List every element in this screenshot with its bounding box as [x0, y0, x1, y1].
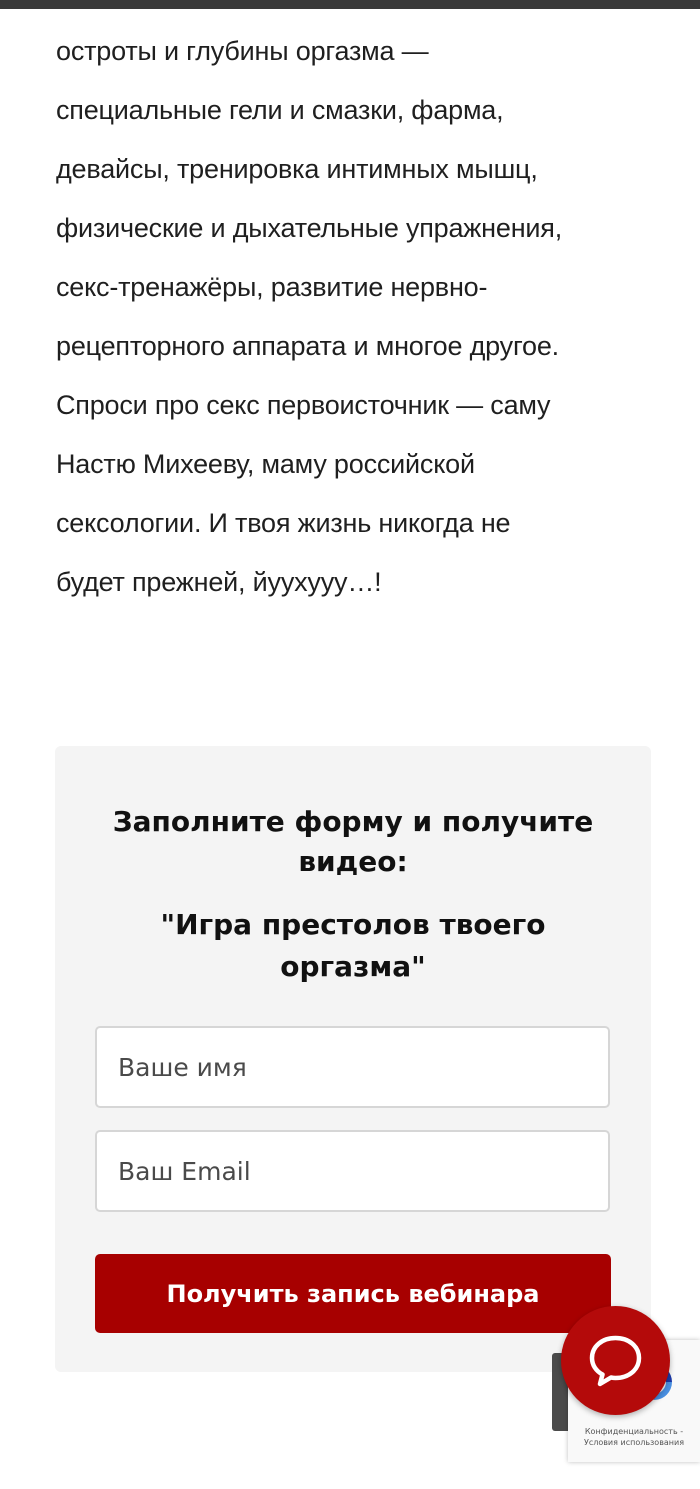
top-status-strip [0, 0, 700, 9]
article-text: остроты и глубины оргазма — специальные … [56, 22, 656, 612]
name-input[interactable] [95, 1026, 610, 1108]
article-line: девайсы, тренировка интимных мышц, [56, 154, 538, 184]
chat-button[interactable] [561, 1306, 670, 1415]
article-line: будет прежней, йуухууу…! [56, 567, 382, 597]
form-title: Заполните форму и получите видео: [112, 805, 594, 878]
article-line: рецепторного аппарата и многое другое. [56, 331, 559, 361]
article-line: остроты и глубины оргазма — [56, 36, 429, 66]
article-line: Настю Михееву, маму российской [56, 449, 475, 479]
signup-form-card: Заполните форму и получите видео: "Игра … [55, 746, 651, 1372]
chat-bubble-icon [589, 1335, 642, 1387]
article-line: Спроси про секс первоисточник — саму [56, 390, 551, 420]
recaptcha-privacy-link[interactable]: Конфиденциальность - [568, 1426, 700, 1437]
article-line: физические и дыхательные упражнения, [56, 213, 563, 243]
recaptcha-terms-link[interactable]: Условия использования [568, 1437, 700, 1448]
email-input[interactable] [95, 1130, 610, 1212]
article-line: секс-тренажёры, развитие нервно- [56, 272, 488, 302]
article-line: специальные гели и смазки, фарма, [56, 95, 504, 125]
form-subtitle: "Игра престолов твоего оргазма" [160, 908, 546, 983]
article-line: сексологии. И твоя жизнь никогда не [56, 508, 511, 538]
get-webinar-recording-button[interactable]: Получить запись вебинара [95, 1254, 611, 1333]
